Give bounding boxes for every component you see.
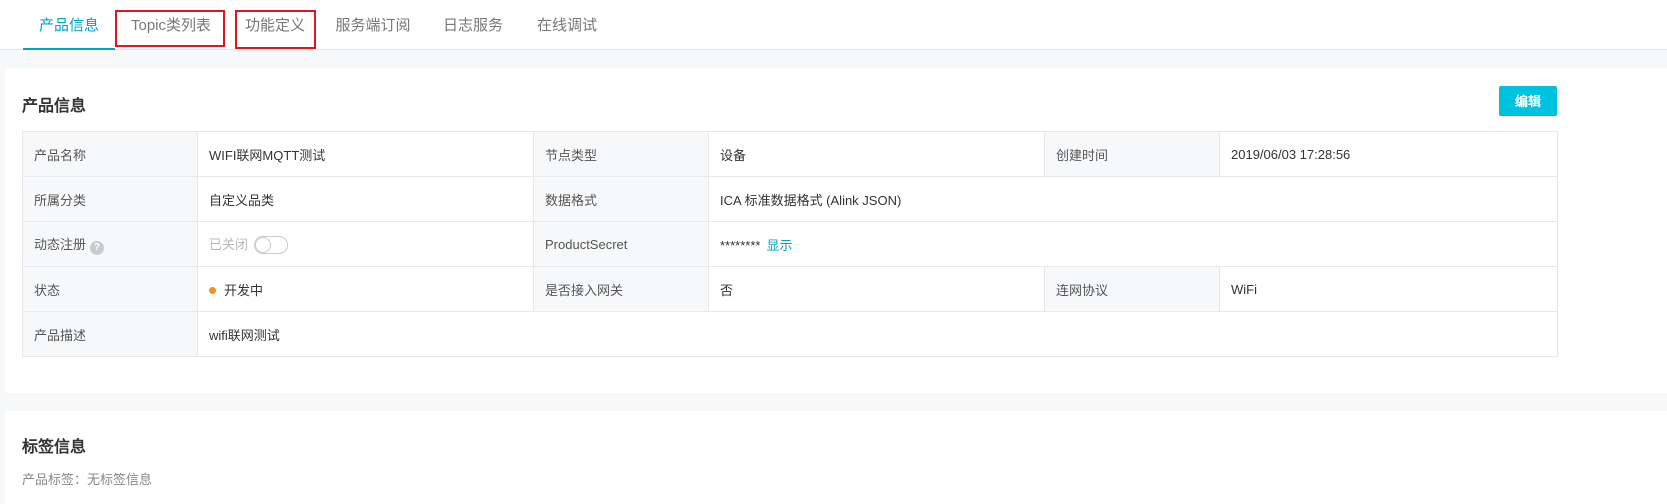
status-value-cell: 开发中 [197,266,534,312]
table-row: 状态 开发中 是否接入网关 否 连网协议 WiFi [22,266,1558,312]
tags-line: 产品标签：无标签信息 [22,472,153,487]
dynamic-registration-cell: 动态注册? [22,221,198,267]
category-label: 所属分类 [22,176,198,222]
data-format-value: ICA 标准数据格式 (Alink JSON) [708,176,1558,222]
node-type-value: 设备 [708,131,1045,177]
tab-server-subscription[interactable]: 服务端订阅 [326,0,420,49]
product-secret-label: ProductSecret [533,221,709,267]
status-value: 开发中 [224,282,264,298]
table-row: 动态注册? 已关闭 ProductSecret ******** 显示 [22,221,1558,267]
status-label: 状态 [22,266,198,312]
description-label: 产品描述 [22,311,198,357]
product-secret-value-cell: ******** 显示 [708,221,1558,267]
tab-product-info[interactable]: 产品信息 [23,0,115,50]
show-secret-link[interactable]: 显示 [766,238,792,253]
dynamic-registration-value-cell: 已关闭 [197,221,534,267]
gateway-label: 是否接入网关 [533,266,709,312]
product-name-value: WIFI联网MQTT测试 [197,131,534,177]
status-dot-icon [209,286,216,294]
category-value: 自定义品类 [197,176,534,222]
node-type-label: 节点类型 [533,131,709,177]
product-info-card: 产品信息 编辑 产品名称 WIFI联网MQTT测试 节点类型 设备 创建时间 2… [5,68,1667,393]
tags-card: 标签信息 产品标签：无标签信息 [5,411,1667,504]
gateway-value: 否 [708,266,1045,312]
tab-log-service[interactable]: 日志服务 [433,0,513,49]
network-protocol-label: 连网协议 [1044,266,1220,312]
table-row: 产品名称 WIFI联网MQTT测试 节点类型 设备 创建时间 2019/06/0… [22,131,1558,177]
tab-bar: 产品信息 Topic类列表 功能定义 服务端订阅 日志服务 在线调试 [0,0,1667,50]
product-secret-masked: ******** [720,237,761,253]
created-time-value: 2019/06/03 17:28:56 [1219,131,1558,177]
description-value: wifi联网测试 [197,311,1558,357]
help-icon[interactable]: ? [90,240,105,255]
created-time-label: 创建时间 [1044,131,1220,177]
tags-title: 标签信息 [22,439,87,456]
tab-online-debug[interactable]: 在线调试 [527,0,607,49]
highlight-box-topic-tab [115,10,225,47]
highlight-box-function-tab [235,10,316,49]
data-format-label: 数据格式 [533,176,709,222]
product-info-title: 产品信息 [22,98,87,115]
table-row: 所属分类 自定义品类 数据格式 ICA 标准数据格式 (Alink JSON) [22,176,1558,222]
product-info-table: 产品名称 WIFI联网MQTT测试 节点类型 设备 创建时间 2019/06/0… [22,131,1558,357]
product-name-label: 产品名称 [22,131,198,177]
dynamic-registration-label: 动态注册 [34,236,87,252]
table-row: 产品描述 wifi联网测试 [22,311,1558,357]
dynamic-registration-status: 已关闭 [209,236,249,252]
network-protocol-value: WiFi [1219,266,1558,312]
edit-button[interactable]: 编辑 [1499,86,1557,116]
dynamic-registration-toggle[interactable] [254,236,289,255]
